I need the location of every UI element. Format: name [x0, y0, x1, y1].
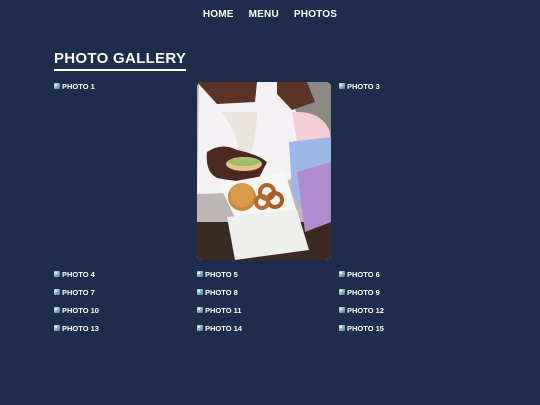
- photo-tile[interactable]: PHOTO 15: [339, 324, 384, 333]
- broken-image-icon: [54, 325, 61, 332]
- photo-label: PHOTO 13: [62, 324, 99, 333]
- featured-photo[interactable]: [197, 82, 331, 260]
- photo-tile[interactable]: PHOTO 4: [54, 270, 95, 279]
- photo-label: PHOTO 4: [62, 270, 95, 279]
- photo-label: PHOTO 8: [205, 288, 238, 297]
- photo-label: PHOTO 7: [62, 288, 95, 297]
- broken-image-icon: [339, 325, 346, 332]
- photo-label: PHOTO 9: [347, 288, 380, 297]
- photo-tile[interactable]: PHOTO 6: [339, 270, 380, 279]
- photo-label: PHOTO 11: [205, 306, 242, 315]
- broken-image-icon: [197, 271, 204, 278]
- photo-tile[interactable]: PHOTO 13: [54, 324, 99, 333]
- photo-tile[interactable]: PHOTO 10: [54, 306, 99, 315]
- photo-label: PHOTO 1: [62, 82, 95, 91]
- photo-tile[interactable]: PHOTO 7: [54, 288, 95, 297]
- nav-home-link[interactable]: HOME: [203, 9, 234, 20]
- broken-image-icon: [339, 271, 346, 278]
- broken-image-icon: [54, 83, 61, 90]
- broken-image-icon: [339, 83, 346, 90]
- broken-image-icon: [339, 307, 346, 314]
- photo-tile[interactable]: PHOTO 8: [197, 288, 238, 297]
- photo-tile[interactable]: PHOTO 3: [339, 82, 380, 91]
- broken-image-icon: [197, 307, 204, 314]
- photo-label: PHOTO 6: [347, 270, 380, 279]
- broken-image-icon: [54, 289, 61, 296]
- broken-image-icon: [54, 307, 61, 314]
- broken-image-icon: [339, 289, 346, 296]
- photo-label: PHOTO 14: [205, 324, 242, 333]
- photo-tile[interactable]: PHOTO 1: [54, 82, 95, 91]
- broken-image-icon: [197, 325, 204, 332]
- photo-label: PHOTO 10: [62, 306, 99, 315]
- broken-image-icon: [197, 289, 204, 296]
- photo-label: PHOTO 5: [205, 270, 238, 279]
- photo-label: PHOTO 12: [347, 306, 384, 315]
- photo-label: PHOTO 15: [347, 324, 384, 333]
- photo-tile[interactable]: PHOTO 5: [197, 270, 238, 279]
- photo-tile[interactable]: PHOTO 14: [197, 324, 242, 333]
- nav-photos-link[interactable]: PHOTOS: [294, 9, 337, 20]
- photo-label: PHOTO 3: [347, 82, 380, 91]
- broken-image-icon: [54, 271, 61, 278]
- burger-photo-icon: [197, 82, 331, 260]
- nav-menu-link[interactable]: MENU: [249, 9, 279, 20]
- photo-tile[interactable]: PHOTO 12: [339, 306, 384, 315]
- page-title: PHOTO GALLERY: [54, 50, 187, 71]
- photo-tile[interactable]: PHOTO 9: [339, 288, 380, 297]
- photo-tile[interactable]: PHOTO 11: [197, 306, 242, 315]
- top-nav: HOME MENU PHOTOS: [0, 9, 540, 20]
